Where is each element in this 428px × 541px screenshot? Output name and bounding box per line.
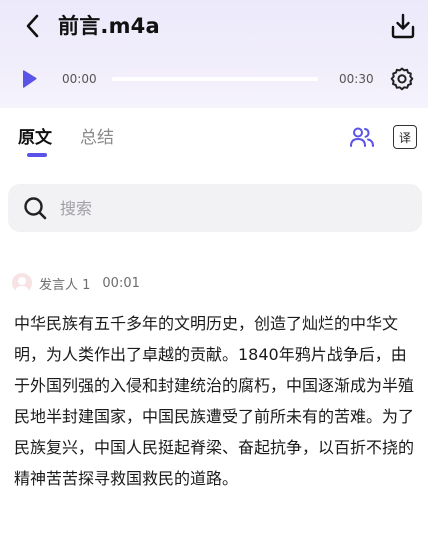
users-icon [350,127,374,147]
download-icon [391,13,415,39]
play-button[interactable] [18,68,40,90]
total-time: 00:30 [339,72,374,86]
page-title: 前言.m4a [58,14,160,38]
search-bar[interactable] [8,184,422,232]
speaker-name: 发言人 1 [39,277,91,293]
back-button[interactable] [18,11,48,41]
header: 前言.m4a 00:00 00:30 [0,0,428,108]
tab-indicator [27,153,47,157]
download-button[interactable] [388,10,418,42]
progress-bar[interactable] [112,77,318,81]
transcript-text: 中华民族有五千多年的文明历史，创造了灿烂的中华文明，为人类作出了卓越的贡献。18… [14,314,415,488]
gear-icon [390,67,414,91]
settings-button[interactable] [389,66,415,92]
current-time: 00:00 [62,72,97,86]
speakers-button[interactable] [349,125,375,149]
translate-button[interactable]: 译 [393,125,417,149]
tab-summary[interactable]: 总结 [80,123,114,148]
speaker-info: 发言人 1 00:01 [12,272,140,294]
search-input[interactable] [60,184,400,232]
play-icon [23,70,37,88]
avatar [12,273,32,293]
speaker-timestamp: 00:01 [102,275,140,291]
search-icon [24,197,47,220]
tab-bar: 原文 总结 译 [0,108,428,166]
tab-original[interactable]: 原文 [18,123,52,148]
top-bar: 前言.m4a [0,0,428,52]
audio-player: 00:00 00:30 [0,60,428,98]
avatar-icon [15,277,29,293]
chevron-left-icon [26,14,39,38]
